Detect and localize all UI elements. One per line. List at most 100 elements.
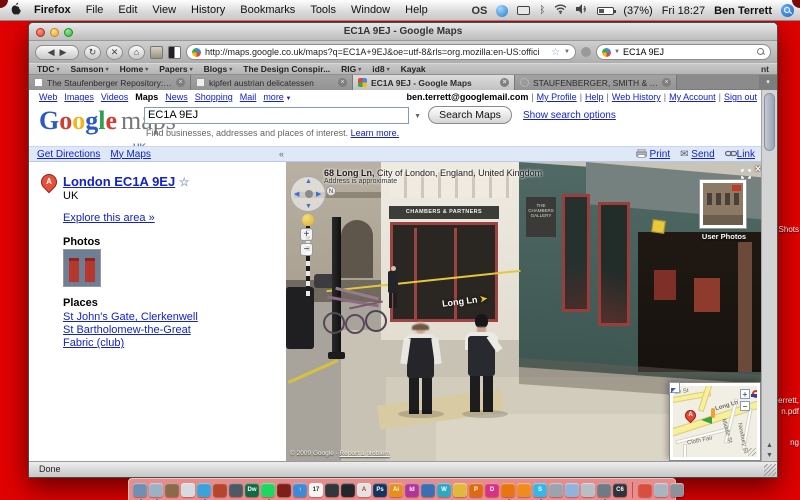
minimap-collapse-button[interactable]	[669, 382, 680, 393]
send-control[interactable]: ✉ Send	[680, 149, 715, 160]
dock-icon-23[interactable]: D	[485, 483, 499, 497]
tab-list-button[interactable]: ▾	[759, 75, 777, 90]
place-link-fabric[interactable]: Fabric (club)	[63, 337, 124, 349]
bookmark-folder-id8[interactable]: id8▾	[372, 64, 389, 74]
zoom-in-button[interactable]: +	[300, 228, 313, 241]
zoom-window-button[interactable]	[64, 28, 73, 37]
close-tab-icon[interactable]: ×	[338, 78, 347, 87]
place-link-st-bartholomew[interactable]: St Bartholomew-the-Great	[63, 324, 191, 336]
close-window-button[interactable]	[36, 28, 45, 37]
menu-clock[interactable]: Fri 18:27	[662, 5, 705, 17]
reload-button[interactable]: ↻	[84, 45, 101, 60]
dock-icon-10[interactable]	[277, 483, 291, 497]
dock-icon-itunes[interactable]	[197, 483, 211, 497]
tab-staufenberger-smith[interactable]: STAUFENBERGER, SMITH & BUTTE ×	[515, 75, 677, 90]
bookmark-star-icon[interactable]: ☆	[551, 47, 560, 58]
spotlight-icon[interactable]	[781, 4, 794, 17]
desktop-icon-label[interactable]: ng	[790, 438, 799, 447]
bookmark-folder-blogs[interactable]: Blogs▾	[204, 64, 233, 74]
url-input[interactable]	[205, 47, 547, 57]
menu-history[interactable]: History	[191, 4, 225, 16]
zoom-out-button[interactable]: −	[300, 243, 313, 256]
search-icon[interactable]	[757, 48, 765, 56]
pan-down-icon[interactable]: ▼	[305, 203, 312, 210]
place-link-st-johns-gate[interactable]: St John's Gate, Clerkenwell	[63, 311, 198, 323]
link-my-account[interactable]: My Account	[669, 92, 716, 104]
dock-icon-person[interactable]	[638, 483, 652, 497]
collapse-sidebar-control[interactable]: «	[279, 149, 284, 159]
apple-menu-icon[interactable]	[10, 2, 21, 18]
tab-staufenberger-repository[interactable]: The Staufenberger Repository: ... ×	[29, 75, 191, 90]
dock-icon-20[interactable]: W	[437, 483, 451, 497]
bookmark-kayak[interactable]: Kayak	[401, 64, 426, 74]
tab-google-maps-active[interactable]: EC1A 9EJ - Google Maps ×	[353, 75, 515, 90]
maps-search-input[interactable]	[144, 107, 409, 124]
dock-icon-window[interactable]	[654, 483, 668, 497]
url-dropdown-icon[interactable]: ▼	[564, 49, 570, 55]
bookmark-folder-home[interactable]: Home▾	[120, 64, 149, 74]
scroll-down-arrow[interactable]: ▼	[762, 452, 777, 459]
menu-edit[interactable]: Edit	[118, 4, 137, 16]
link-my-profile[interactable]: My Profile	[537, 92, 577, 104]
page-scrollbar[interactable]: ▲ ▼	[761, 90, 777, 461]
minimap-zoom-out-button[interactable]: −	[740, 401, 750, 411]
menu-window[interactable]: Window	[351, 4, 390, 16]
dock-icon-6[interactable]	[213, 483, 227, 497]
map-marker-a[interactable]: A	[38, 171, 61, 194]
search-engine-bar[interactable]: ▼	[596, 44, 771, 60]
url-bar[interactable]: ☆ ▼	[186, 44, 576, 60]
bookmark-folder-papers[interactable]: Papers▾	[159, 64, 192, 74]
scrollbar-thumb[interactable]	[764, 93, 775, 151]
menu-tools[interactable]: Tools	[310, 4, 336, 16]
desktop-icon-label[interactable]: n.pdf	[781, 407, 799, 416]
dock-icon-firefox[interactable]	[501, 483, 515, 497]
report-problem-link[interactable]: Report a problem	[340, 450, 390, 457]
link-sign-out[interactable]: Sign out	[724, 92, 757, 104]
nav-videos[interactable]: Videos	[101, 92, 128, 104]
dock-icon-calculator[interactable]	[581, 483, 595, 497]
tab-kipferl[interactable]: kipferl austrian delicatessen ×	[191, 75, 353, 90]
learn-more-link[interactable]: Learn more.	[351, 128, 400, 138]
forward-icon[interactable]: ▶	[60, 47, 67, 58]
desktop-icon-label[interactable]: errett,	[778, 396, 799, 405]
pan-up-icon[interactable]: ▲	[305, 178, 312, 185]
nav-mail[interactable]: Mail	[240, 92, 257, 104]
search-maps-button[interactable]: Search Maps	[428, 106, 512, 124]
dock-icon-1[interactable]	[133, 483, 147, 497]
nav-web[interactable]: Web	[39, 92, 57, 104]
link-help[interactable]: Help	[585, 92, 604, 104]
feed-icon[interactable]	[581, 47, 591, 57]
back-forward-buttons[interactable]: ◀▶	[35, 45, 79, 60]
engine-search-input[interactable]	[623, 47, 754, 57]
nav-images[interactable]: Images	[64, 92, 94, 104]
dock-icon-dreamweaver[interactable]: Dw	[245, 483, 259, 497]
dock-icon-7[interactable]	[229, 483, 243, 497]
bookmark-folder-tdc[interactable]: TDC▾	[37, 64, 60, 74]
dock-icon-ical[interactable]: 17	[309, 483, 323, 497]
bookmark-design-conspiracy[interactable]: The Design Conspir...	[243, 64, 330, 74]
explore-area-link[interactable]: Explore this area »	[63, 212, 155, 224]
wifi-icon[interactable]	[554, 4, 567, 17]
engine-dropdown-icon[interactable]: ▼	[614, 49, 620, 55]
print-control[interactable]: Print	[636, 149, 670, 160]
close-streetview-button[interactable]: ×	[755, 164, 761, 175]
overview-minimap[interactable]: se St Long Ln Middle St Cloth Fair Newbu…	[669, 382, 761, 461]
link-web-history[interactable]: Web History	[612, 92, 661, 104]
favorite-star-icon[interactable]: ☆	[179, 175, 190, 189]
pan-right-icon[interactable]: ▶	[316, 190, 321, 198]
minimap-pegman-icon[interactable]	[711, 408, 715, 418]
show-search-options-link[interactable]: Show search options	[523, 110, 616, 121]
nav-more[interactable]: more ▼	[263, 92, 291, 104]
nav-shopping[interactable]: Shopping	[195, 92, 233, 104]
nav-news[interactable]: News	[165, 92, 188, 104]
window-resize-grip[interactable]	[764, 464, 776, 476]
close-tab-icon[interactable]: ×	[500, 78, 509, 87]
volume-icon[interactable]	[576, 4, 588, 17]
menu-file[interactable]: File	[86, 4, 104, 16]
menu-bookmarks[interactable]: Bookmarks	[240, 4, 295, 16]
stop-button[interactable]: ✕	[106, 45, 123, 60]
os-menu-extra[interactable]: OS	[471, 5, 487, 17]
dock-icon-30[interactable]	[597, 483, 611, 497]
dock-icon-preview[interactable]	[149, 483, 163, 497]
window-title-bar[interactable]: EC1A 9EJ - Google Maps	[29, 23, 777, 41]
